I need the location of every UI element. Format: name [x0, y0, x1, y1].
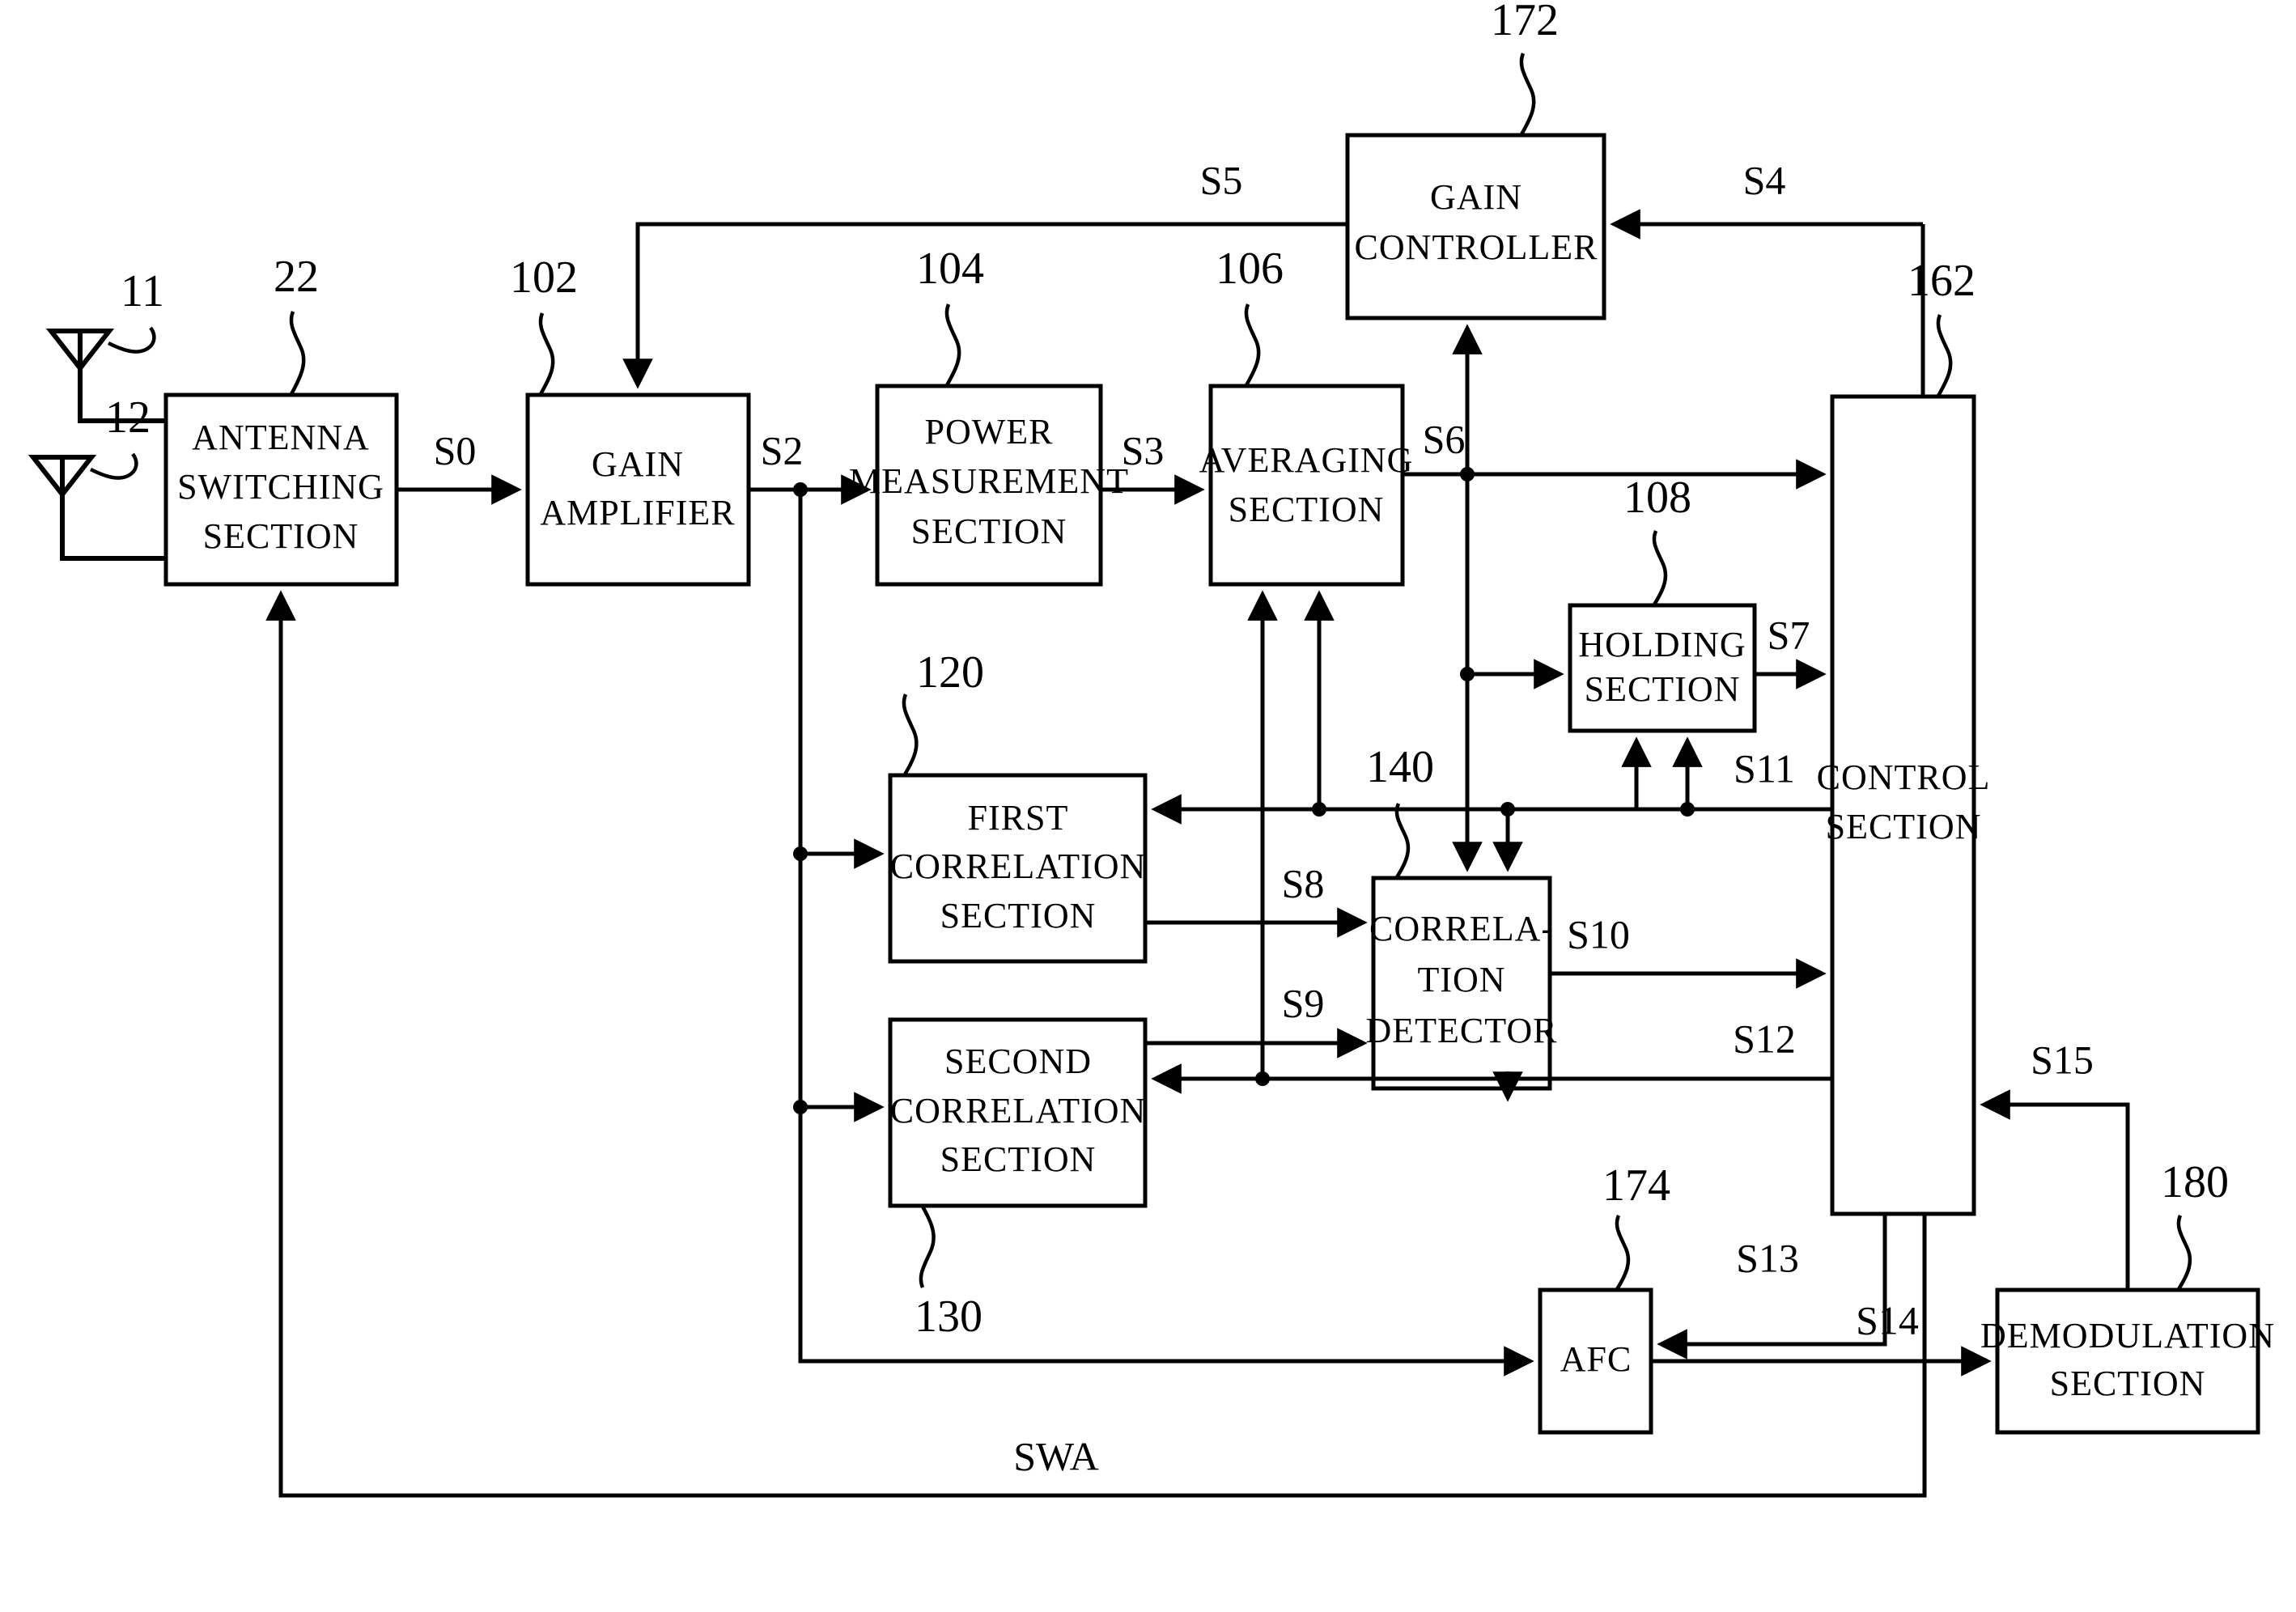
ref-number-130: 130	[915, 1292, 982, 1342]
ref-lead-174	[1615, 1215, 1631, 1291]
block-diagram: 11 12 ANTENNA SWITCHING SECTION 22 GAIN …	[28, 0, 2275, 1498]
signal-label-s11: S11	[1734, 745, 1795, 791]
first-correlation-label-3: SECTION	[940, 896, 1097, 935]
signal-label-s13: S13	[1736, 1235, 1799, 1280]
ref-lead-102	[538, 312, 555, 396]
gain-amplifier-label-2: AMPLIFIER	[540, 493, 735, 532]
ref-number-108: 108	[1623, 473, 1691, 523]
ref-lead-104	[944, 303, 961, 387]
gain-controller-label-1: GAIN	[1430, 177, 1522, 217]
block-control-section[interactable]	[1830, 394, 1976, 1216]
first-correlation-label-1: FIRST	[968, 798, 1069, 838]
correlation-detector-label-2: TION	[1417, 960, 1505, 999]
signal-label-s6: S6	[1423, 416, 1466, 461]
ref-lead-130	[919, 1205, 936, 1288]
correlation-detector-label-1: CORRELA-	[1369, 909, 1554, 948]
averaging-label-2: SECTION	[1229, 490, 1385, 529]
afc-label-1: AFC	[1560, 1339, 1632, 1379]
ref-lead-11	[107, 326, 156, 354]
ref-number-140: 140	[1366, 742, 1434, 792]
signal-label-s4: S4	[1743, 157, 1786, 202]
ref-number-12: 12	[105, 392, 151, 443]
ref-lead-22	[289, 311, 306, 396]
averaging-label-1: AVERAGING	[1199, 440, 1414, 480]
block-averaging-section[interactable]	[1208, 384, 1405, 587]
correlation-detector-label-3: DETECTOR	[1366, 1011, 1558, 1050]
signal-label-s7: S7	[1768, 612, 1810, 657]
ref-lead-12	[89, 452, 138, 480]
ref-number-104: 104	[916, 244, 984, 294]
ref-number-174: 174	[1602, 1160, 1670, 1211]
signal-label-s10: S10	[1567, 911, 1630, 957]
second-correlation-label-2: CORRELATION	[890, 1091, 1147, 1131]
signal-label-s5: S5	[1200, 157, 1243, 202]
power-measurement-label-2: MEASUREMENT	[849, 461, 1129, 501]
figure-canvas: 11 12 ANTENNA SWITCHING SECTION 22 GAIN …	[0, 0, 2296, 1612]
signal-label-s3: S3	[1122, 427, 1165, 473]
holding-label-2: SECTION	[1585, 669, 1741, 709]
ref-number-22: 22	[274, 252, 319, 302]
gain-controller-label-2: CONTROLLER	[1355, 227, 1598, 267]
signal-label-s12: S12	[1733, 1016, 1796, 1061]
demodulation-label-2: SECTION	[2050, 1364, 2206, 1403]
wire-s6-to-holding	[1465, 474, 1564, 689]
block-demodulation-section[interactable]	[1995, 1287, 2260, 1435]
control-label-2: SECTION	[1826, 807, 1982, 846]
first-correlation-label-2: CORRELATION	[890, 846, 1147, 886]
second-correlation-label-3: SECTION	[940, 1139, 1097, 1179]
ref-lead-108	[1652, 530, 1668, 606]
wire-s15	[1980, 1089, 2130, 1290]
power-measurement-label-1: POWER	[925, 412, 1054, 452]
ref-lead-106	[1244, 303, 1261, 387]
block-gain-amplifier[interactable]	[525, 392, 751, 587]
antenna-switching-label-1: ANTENNA	[192, 418, 370, 457]
ref-number-162: 162	[1908, 256, 1976, 306]
ref-lead-162	[1936, 314, 1953, 397]
ref-number-102: 102	[510, 252, 578, 303]
ref-lead-180	[2176, 1215, 2192, 1291]
signal-label-s9: S9	[1282, 980, 1325, 1025]
signal-label-s2: S2	[761, 427, 804, 473]
ref-lead-140	[1394, 803, 1411, 879]
demodulation-label-1: DEMODULATION	[1980, 1316, 2275, 1355]
signal-label-s8: S8	[1282, 860, 1325, 906]
antenna-switching-label-2: SWITCHING	[177, 467, 384, 507]
junction-s2-second	[793, 1100, 808, 1114]
signal-label-s0: S0	[434, 427, 477, 473]
ref-number-180: 180	[2161, 1157, 2229, 1207]
control-label-1: CONTROL	[1817, 757, 1991, 797]
holding-label-1: HOLDING	[1578, 625, 1746, 664]
signal-label-s15: S15	[2031, 1037, 2094, 1082]
ref-lead-172	[1519, 53, 1536, 136]
signal-label-swa: SWA	[1013, 1433, 1099, 1478]
ref-number-120: 120	[916, 647, 984, 698]
gain-amplifier-label-1: GAIN	[592, 444, 684, 484]
signal-label-s14: S14	[1856, 1297, 1919, 1343]
junction-s2-first	[793, 846, 808, 861]
ref-number-11: 11	[121, 266, 164, 316]
antenna-switching-label-3: SECTION	[203, 516, 359, 556]
block-gain-controller[interactable]	[1345, 133, 1606, 320]
ref-lead-120	[902, 694, 919, 776]
power-measurement-label-3: SECTION	[911, 511, 1067, 551]
ref-number-172: 172	[1491, 0, 1559, 45]
second-correlation-label-1: SECOND	[944, 1041, 1092, 1081]
ref-number-106: 106	[1216, 244, 1284, 294]
